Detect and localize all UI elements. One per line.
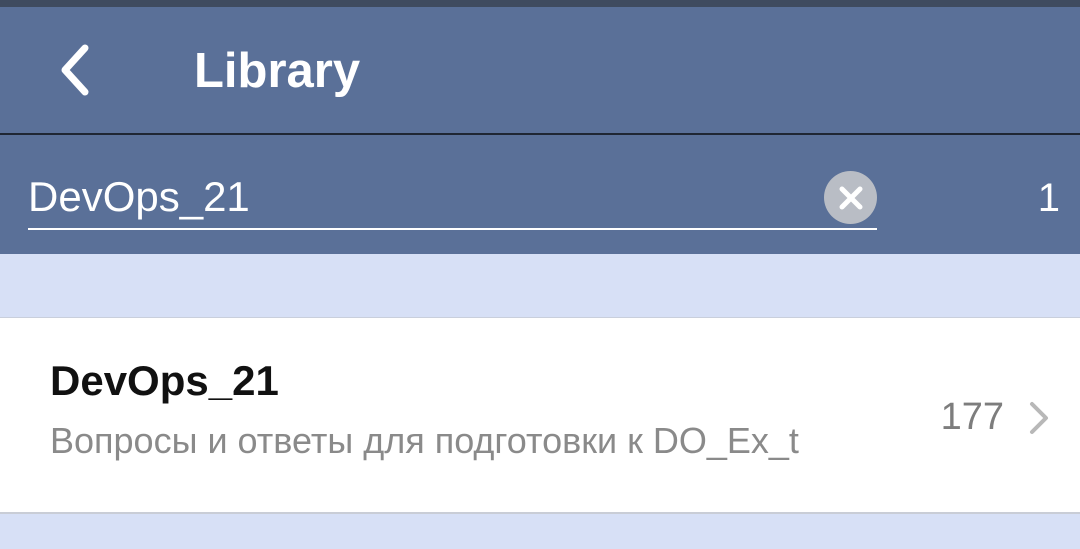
chevron-right-icon <box>1030 402 1048 434</box>
result-count: 1 <box>1037 176 1060 220</box>
search-input[interactable] <box>28 169 818 225</box>
app-header: Library <box>0 7 1080 133</box>
page-title: Library <box>194 44 361 98</box>
list-item[interactable]: DevOps_21 Вопросы и ответы для подготовк… <box>0 318 1080 514</box>
list-spacer <box>0 254 1080 318</box>
back-button[interactable] <box>40 35 110 105</box>
list-item-title: DevOps_21 <box>50 357 279 404</box>
search-underline <box>28 228 877 230</box>
clear-icon <box>839 186 862 209</box>
search-bar: 1 <box>0 135 1080 254</box>
status-bar-strip <box>0 0 1080 7</box>
list-footer-spacer <box>0 514 1080 549</box>
list-item-count: 177 <box>940 396 1004 438</box>
chevron-left-icon <box>61 44 89 96</box>
clear-search-button[interactable] <box>824 171 877 224</box>
list-item-description: Вопросы и ответы для подготовки к DO_Ex_… <box>50 420 799 461</box>
